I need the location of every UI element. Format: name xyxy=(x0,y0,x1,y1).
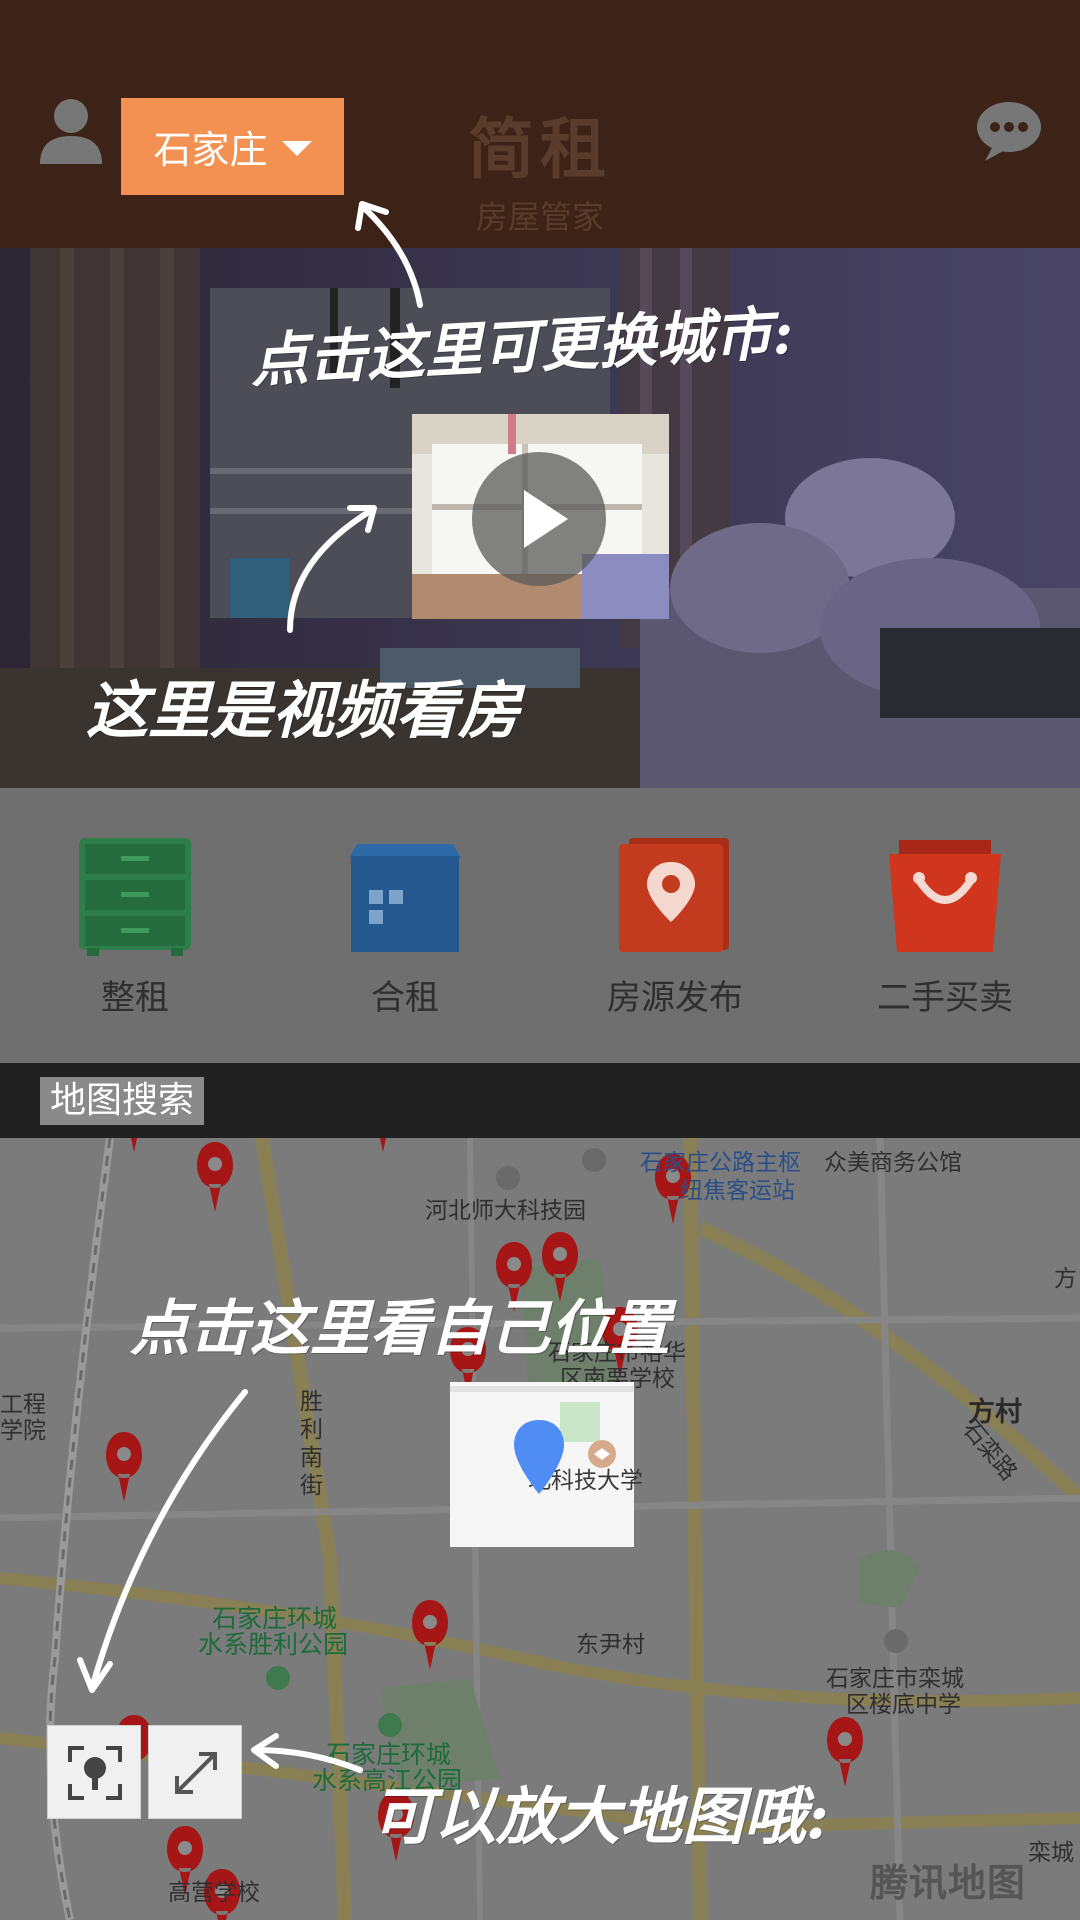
location-marker-icon xyxy=(514,1420,564,1494)
category-label: 整租 xyxy=(101,978,169,1018)
app-title: 简租 xyxy=(468,111,612,188)
building-icon xyxy=(349,844,461,952)
map-label: 石家庄市栾城 xyxy=(826,1666,964,1692)
chat-icon[interactable] xyxy=(975,100,1043,162)
map-label: 石家庄环城 xyxy=(326,1740,452,1769)
map-label: 东尹村 xyxy=(576,1632,645,1658)
map-pin-icon xyxy=(619,838,729,952)
fullscreen-button[interactable] xyxy=(148,1725,242,1819)
video-guide-note: 这里是视频看房 xyxy=(86,674,521,747)
map-search-bar: 地图搜索 xyxy=(0,1063,1080,1138)
category-label: 合租 xyxy=(371,978,439,1018)
map-label: 区楼底中学 xyxy=(846,1692,961,1718)
shopping-bag-icon xyxy=(889,840,1001,952)
zoom-guide-note: 可以放大地图哦: xyxy=(372,1780,829,1853)
location-guide-note: 点击这里看自己位置 xyxy=(130,1294,670,1364)
locate-me-button[interactable] xyxy=(47,1725,141,1819)
map-label: 石家庄环城 xyxy=(212,1604,338,1633)
map-label: 栾城 xyxy=(1028,1840,1074,1866)
category-label: 房源发布 xyxy=(607,978,743,1018)
category-post-listing[interactable]: 房源发布 xyxy=(540,788,810,1063)
map-label: 石家庄公路主枢 xyxy=(640,1150,801,1176)
map-label: 方 xyxy=(1054,1266,1077,1292)
map-search-title: 地图搜索 xyxy=(40,1077,205,1125)
map-label: 水系胜利公园 xyxy=(198,1630,349,1659)
expand-icon xyxy=(175,1752,217,1794)
map-label: 河北师大科技园 xyxy=(425,1198,586,1224)
play-icon xyxy=(524,490,568,548)
map-label: 工程 xyxy=(0,1392,46,1418)
current-location-popup[interactable]: 北科技大学 xyxy=(450,1382,643,1547)
map-watermark: 腾讯地图 xyxy=(870,1861,1027,1905)
app-header: 石家庄 简租 房屋管家 xyxy=(0,0,1080,248)
category-label: 二手买卖 xyxy=(877,978,1013,1018)
map-label: 胜利南街 xyxy=(300,1389,323,1499)
play-button[interactable] xyxy=(472,452,606,586)
app-subtitle: 房屋管家 xyxy=(475,198,604,236)
map-label: 纽焦客运站 xyxy=(680,1178,795,1204)
category-whole-rent[interactable]: 整租 xyxy=(0,788,270,1063)
map-label: 众美商务公馆 xyxy=(824,1150,962,1176)
category-second-hand[interactable]: 二手买卖 xyxy=(810,788,1080,1063)
map-label: 学院 xyxy=(0,1418,46,1444)
map-label: 高营学校 xyxy=(168,1880,260,1906)
category-shared-rent[interactable]: 合租 xyxy=(270,788,540,1063)
drawer-cabinet-icon xyxy=(79,838,191,956)
locate-icon xyxy=(68,1746,122,1800)
category-grid: 整租 合租 房源发布 二手买卖 xyxy=(0,788,1080,1063)
